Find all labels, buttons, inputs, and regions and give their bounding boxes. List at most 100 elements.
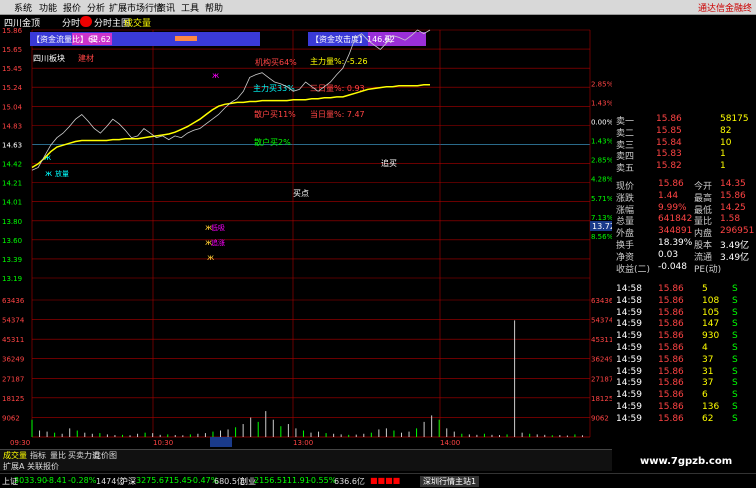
tick-price: 15.86 <box>658 390 684 401</box>
tab-volume-ind[interactable]: 成交量 <box>3 450 27 461</box>
tab-ext-a[interactable]: 扩展A <box>3 461 24 472</box>
tab-vol-ratio[interactable]: 量比 <box>50 450 66 461</box>
volume-tick-label: 9062 <box>591 414 609 422</box>
tick-row: 14:59 15.86 37 S <box>612 378 756 389</box>
volume-tick-label: 45311 <box>2 336 24 344</box>
tick-row: 14:59 15.86 6 S <box>612 390 756 401</box>
tick-volume: 62 <box>702 413 714 424</box>
tick-time: 14:59 <box>616 307 642 318</box>
stat-key: PE(动) <box>694 264 722 275</box>
pct-tick-label: 1.43% <box>591 138 612 146</box>
ask-row: 卖五 15.82 1 <box>612 161 756 175</box>
ask-price: 15.84 <box>656 137 682 148</box>
tick-price: 15.86 <box>658 307 684 318</box>
menu-system[interactable]: 系统 <box>14 1 32 14</box>
tick-volume: 147 <box>702 319 720 330</box>
ann-volume: 放量 <box>55 169 69 178</box>
ask-volume: 1 <box>720 161 726 172</box>
stat-value: 296951 <box>720 226 755 237</box>
fund-attack-label: 【资金攻击度】146.62 <box>311 34 395 44</box>
ask-volume: 82 <box>720 125 732 136</box>
server-label[interactable]: 深圳行情主站1 <box>420 476 480 487</box>
menu-quote[interactable]: 报价 <box>63 1 81 14</box>
stat-row: 换手 18.39% 股本 3.49亿 <box>612 238 756 251</box>
stat-row: 收益(二) -0.048 PE(动) <box>612 261 756 275</box>
watermark: www.7gpzb.com <box>640 456 733 467</box>
menu-analysis[interactable]: 分析 <box>87 1 105 14</box>
stat-row: 净资 0.03 流通 3.49亿 <box>612 250 756 263</box>
menu-help[interactable]: 帮助 <box>205 1 223 14</box>
stat-value: 18.39% <box>658 238 693 248</box>
axis-labels: 15.86 15.65 15.45 15.24 15.04 14.83 14.63 14.42… <box>2 28 612 447</box>
sector-label: 四川板块 <box>33 53 65 63</box>
tab-indicator[interactable]: 指标 <box>30 450 46 461</box>
volume-bars <box>31 320 583 437</box>
stat-row: 总量 641842 量比 1.58 <box>612 214 756 227</box>
volume-tick-label: 63436 <box>591 297 612 305</box>
ann-net-inflow1: 主力量%: -5.26 <box>310 56 368 66</box>
cy-chg: -11.91 <box>284 476 310 485</box>
ann-chase: 追买 <box>381 158 397 168</box>
stat-value: -0.048 <box>658 261 688 272</box>
price-tick-label: 15.86 <box>2 28 23 35</box>
tick-row: 14:59 15.86 37 S <box>612 355 756 366</box>
stat-value: 15.86 <box>658 179 684 189</box>
menu-news[interactable]: 资讯 <box>157 1 175 14</box>
ask-label: 卖五 <box>616 164 635 175</box>
ann-retail-buy: 散户买11% <box>254 109 296 119</box>
tick-price: 15.86 <box>658 366 684 377</box>
tick-flag: S <box>732 343 738 353</box>
tick-row: 14:59 15.86 930 S <box>612 331 756 342</box>
tick-time: 14:58 <box>616 284 642 294</box>
tick-time: 14:59 <box>616 354 642 365</box>
stat-value: 9.99% <box>658 202 687 213</box>
price-tick-label: 13.39 <box>2 256 22 264</box>
indicator-tabs: 成交量 指标 量比 买卖力道 竞价图 <box>0 449 612 461</box>
stat-value: 1.58 <box>720 214 741 225</box>
tick-volume: 105 <box>702 307 720 318</box>
tick-price: 15.86 <box>658 284 684 294</box>
fund-attack-signal: 买 <box>384 35 392 44</box>
tab-auction[interactable]: 竞价图 <box>93 450 117 461</box>
menu-ext-market[interactable]: 扩展市场行情 <box>109 1 163 14</box>
tick-volume: 6 <box>702 390 708 401</box>
butterfly-icon: ж <box>212 71 219 80</box>
tick-price: 15.86 <box>658 331 684 342</box>
stat-row: 涨跌 1.44 最高 15.86 <box>612 190 756 204</box>
tick-flag: S <box>732 413 738 424</box>
price-tick-label: 14.83 <box>2 122 22 130</box>
stat-value: 14.35 <box>720 179 746 189</box>
volume-tick-label: 36249 <box>2 356 24 364</box>
tick-volume: 4 <box>702 343 708 353</box>
menu-tools[interactable]: 工具 <box>181 1 199 14</box>
hs-val: 3275.67 <box>136 476 170 485</box>
stat-value: 344891 <box>658 226 693 237</box>
price-series <box>31 29 431 171</box>
record-dot-icon[interactable] <box>80 16 92 27</box>
avg-price-line <box>31 84 430 169</box>
stat-value: 1.44 <box>658 190 679 201</box>
hs-label[interactable]: 沪深 <box>120 476 136 487</box>
tick-time: 14:59 <box>616 366 642 377</box>
tick-price: 15.86 <box>658 354 684 365</box>
menu-function[interactable]: 功能 <box>39 1 57 14</box>
pct-tick-label: 4.28% <box>591 176 612 184</box>
cy-val: 2156.51 <box>254 476 288 485</box>
tick-time: 14:59 <box>616 331 642 342</box>
volume-tick-label: 54374 <box>2 317 25 325</box>
tab-related-quote[interactable]: 关联报价 <box>27 461 59 472</box>
tick-price: 15.86 <box>658 378 684 389</box>
ann-reverse: 追涨 <box>211 238 225 247</box>
volume-tick-label: 27187 <box>2 375 24 383</box>
sector-name: 建材 <box>78 53 94 63</box>
volume-tick-label: 18125 <box>591 395 612 403</box>
intraday-chart[interactable]: 15.86 15.65 15.45 15.24 15.04 14.83 14.63 14.42… <box>0 28 612 448</box>
sh-chg: -8.41 <box>46 476 67 485</box>
ask-price: 15.86 <box>656 114 682 124</box>
ann-retail-qty: 当日量%: 7.47 <box>310 109 365 119</box>
stat-row: 现价 15.86 今开 14.35 <box>612 179 756 192</box>
ask-row: 卖二 15.85 82 <box>612 125 756 139</box>
stat-value: 14.25 <box>720 202 746 213</box>
tick-price: 15.86 <box>658 402 684 412</box>
price-tick-label: 14.42 <box>2 161 22 169</box>
